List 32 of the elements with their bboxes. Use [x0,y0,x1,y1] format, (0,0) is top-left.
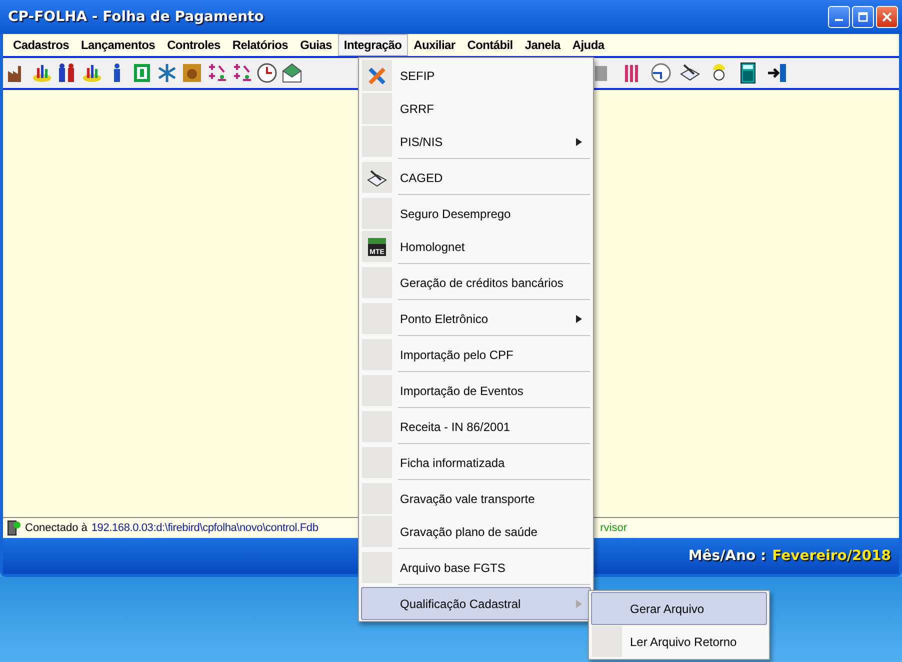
menu-option[interactable]: Qualificação Cadastral [361,587,591,620]
menu-item[interactable]: Integração [338,34,408,56]
menu-item[interactable]: Cadastros [7,34,75,56]
menu-item[interactable]: Auxiliar [408,34,462,56]
menu-option[interactable]: Receita - IN 86/2001 [361,410,591,446]
menu-option[interactable]: Ler Arquivo Retorno [591,625,767,658]
menu-option[interactable]: PIS/NIS [361,125,591,161]
menu-option[interactable]: GRRF [361,92,591,125]
menu-item[interactable]: Controles [161,34,226,56]
user-text: rvisor [600,522,627,534]
connection-label: Conectado à [25,522,88,534]
menu-option[interactable]: Geração de créditos bancários [361,266,591,302]
menu-option[interactable]: Importação pelo CPF [361,338,591,374]
menu-item[interactable]: Relatórios [226,34,294,56]
menu-item[interactable]: Contábil [461,34,519,56]
period-label: Mês/Ano : [688,548,766,564]
menu-option[interactable]: Gerar Arquivo [591,592,767,625]
menu-option[interactable]: Importação de Eventos [361,374,591,410]
menu-option[interactable]: Ficha informatizada [361,446,591,482]
menu-item[interactable]: Ajuda [566,34,610,56]
menu-option[interactable]: Gravação plano de saúde [361,515,591,551]
menu-option[interactable]: CAGED [361,161,591,197]
connection-path: 192.168.0.03:d:\firebird\cpfolha\novo\control.Fdb [91,522,318,534]
menu-item[interactable]: Guias [294,34,338,56]
menu-item[interactable]: Lançamentos [75,34,162,56]
menu-item[interactable]: Janela [518,34,566,56]
window-title: CP-FOLHA - Folha de Pagamento [8,9,264,25]
menu-option[interactable]: Arquivo base FGTS [361,551,591,587]
menu-option[interactable]: Ponto Eletrônico [361,302,591,338]
menu-option[interactable]: Gravação vale transporte [361,482,591,515]
period-value: Fevereiro/2018 [772,548,891,564]
menu-option[interactable]: Seguro Desemprego [361,197,591,230]
